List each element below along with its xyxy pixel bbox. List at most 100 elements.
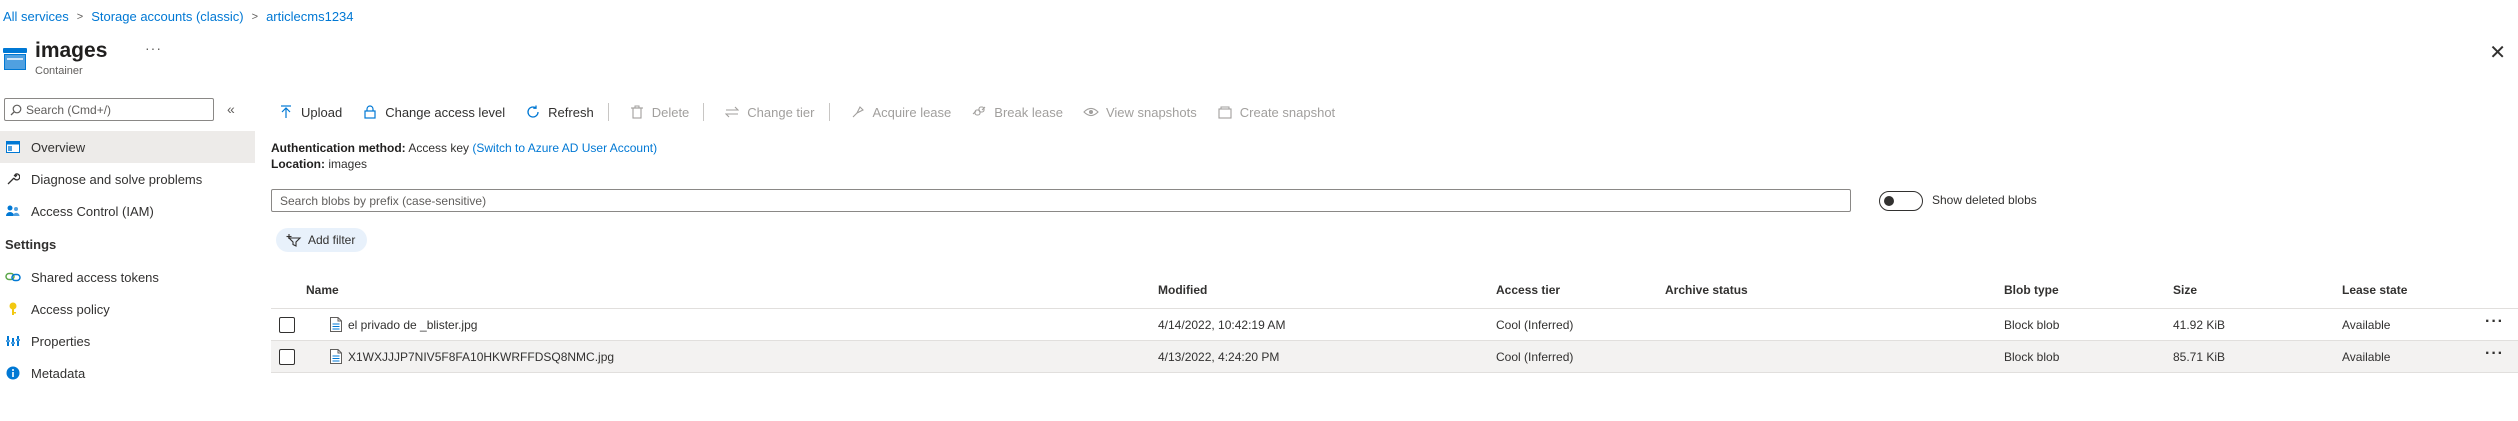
column-modified[interactable]: Modified — [1158, 283, 1207, 297]
swap-icon — [724, 104, 740, 120]
table-row[interactable]: X1WXJJJP7NIV5F8FA10HKWRFFDSQ8NMC.jpg 4/1… — [271, 341, 2518, 373]
toolbar-divider — [607, 103, 609, 121]
filter-add-icon — [286, 233, 302, 247]
command-bar: Upload Change access level Refresh Delet… — [278, 100, 1355, 124]
break-lease-label: Break lease — [994, 104, 1063, 120]
broken-link-icon — [971, 104, 987, 120]
blob-name-link[interactable]: el privado de _blister.jpg — [348, 318, 477, 332]
link-icon — [5, 269, 21, 285]
cell-modified: 4/13/2022, 4:24:20 PM — [1158, 350, 1280, 364]
sidebar-item-label: Metadata — [31, 365, 86, 381]
change-tier-label: Change tier — [747, 104, 815, 120]
eye-icon — [1083, 104, 1099, 120]
blob-search-input[interactable]: Search blobs by prefix (case-sensitive) — [271, 189, 1851, 212]
create-snapshot-label: Create snapshot — [1239, 104, 1336, 120]
cell-blob-type: Block blob — [2004, 350, 2060, 364]
cell-access-tier: Cool (Inferred) — [1496, 350, 1574, 364]
acquire-lease-button[interactable]: Acquire lease — [850, 104, 952, 120]
sidebar-item-shared-access-tokens[interactable]: Shared access tokens — [0, 261, 255, 293]
key-icon — [5, 301, 21, 317]
breadcrumb-account[interactable]: articlecms1234 — [266, 9, 353, 24]
sidebar-item-iam[interactable]: Access Control (IAM) — [0, 195, 255, 227]
delete-button[interactable]: Delete — [629, 104, 689, 120]
add-filter-button[interactable]: Add filter — [276, 228, 368, 252]
container-icon — [3, 48, 27, 70]
location-label: Location: — [271, 157, 325, 171]
blob-table: Name Modified Access tier Archive status… — [271, 280, 2518, 373]
close-icon[interactable]: ✕ — [2489, 40, 2506, 65]
breadcrumb-storage-accounts[interactable]: Storage accounts (classic) — [91, 9, 243, 24]
sidebar-search-input[interactable]: Search (Cmd+/) — [4, 98, 214, 121]
view-snapshots-label: View snapshots — [1105, 104, 1197, 120]
refresh-label: Refresh — [548, 104, 594, 120]
row-checkbox[interactable] — [279, 317, 295, 333]
auth-info: Authentication method: Access key (Switc… — [271, 140, 657, 172]
sidebar-item-metadata[interactable]: Metadata — [0, 357, 255, 389]
sidebar-item-label: Access Control (IAM) — [31, 203, 154, 219]
create-snapshot-button[interactable]: Create snapshot — [1217, 104, 1335, 120]
sidebar-item-label: Shared access tokens — [31, 269, 159, 285]
chevron-right-icon: > — [251, 10, 259, 23]
bars-icon — [5, 333, 21, 349]
cell-size: 41.92 KiB — [2173, 318, 2226, 332]
page-header: images Container — [3, 38, 107, 77]
blob-name-link[interactable]: X1WXJJJP7NIV5F8FA10HKWRFFDSQ8NMC.jpg — [348, 350, 614, 364]
sidebar-item-label: Overview — [31, 139, 86, 155]
column-size[interactable]: Size — [2173, 283, 2197, 297]
change-tier-button[interactable]: Change tier — [724, 104, 815, 120]
sidebar-nav: Overview Diagnose and solve problems Acc… — [0, 131, 255, 389]
page-title: images — [35, 39, 108, 62]
sidebar-item-label: Diagnose and solve problems — [31, 171, 203, 187]
breadcrumb: All services > Storage accounts (classic… — [3, 9, 354, 24]
column-access-tier[interactable]: Access tier — [1496, 283, 1560, 297]
table-row[interactable]: el privado de _blister.jpg 4/14/2022, 10… — [271, 309, 2518, 341]
row-more-icon[interactable]: ··· — [2485, 313, 2504, 331]
table-header: Name Modified Access tier Archive status… — [271, 280, 2518, 309]
column-archive-status[interactable]: Archive status — [1665, 283, 1748, 297]
column-name[interactable]: Name — [306, 283, 339, 297]
upload-button[interactable]: Upload — [278, 104, 342, 120]
cell-blob-type: Block blob — [2004, 318, 2060, 332]
sidebar-section-settings: Settings — [5, 236, 57, 252]
show-deleted-toggle[interactable] — [1879, 191, 1923, 211]
break-lease-button[interactable]: Break lease — [971, 104, 1063, 120]
upload-icon — [278, 104, 294, 120]
cell-lease-state: Available — [2342, 318, 2391, 332]
cell-lease-state: Available — [2342, 350, 2391, 364]
more-options-icon[interactable]: ··· — [145, 40, 162, 56]
people-icon — [5, 203, 21, 219]
breadcrumb-all-services[interactable]: All services — [3, 9, 69, 24]
page-subtitle: Container — [35, 65, 83, 77]
switch-auth-link[interactable]: (Switch to Azure AD User Account) — [472, 141, 657, 155]
row-checkbox[interactable] — [279, 349, 295, 365]
sidebar-item-diagnose[interactable]: Diagnose and solve problems — [0, 163, 255, 195]
info-icon — [5, 365, 21, 381]
wrench-icon — [5, 171, 21, 187]
change-access-level-button[interactable]: Change access level — [362, 104, 505, 120]
sidebar-item-access-policy[interactable]: Access policy — [0, 293, 255, 325]
toolbar-divider — [703, 103, 705, 121]
cell-access-tier: Cool (Inferred) — [1496, 318, 1574, 332]
snapshot-icon — [1217, 104, 1233, 120]
row-more-icon[interactable]: ··· — [2485, 345, 2504, 363]
add-filter-label: Add filter — [308, 233, 356, 247]
column-blob-type[interactable]: Blob type — [2004, 283, 2059, 297]
lock-icon — [362, 104, 378, 120]
auth-method-value: Access key — [408, 141, 470, 155]
refresh-icon — [525, 104, 541, 120]
acquire-lease-label: Acquire lease — [872, 104, 952, 120]
location-value: images — [328, 157, 368, 171]
sidebar-item-overview[interactable]: Overview — [0, 131, 255, 163]
blob-search-placeholder: Search blobs by prefix (case-sensitive) — [280, 193, 487, 208]
refresh-button[interactable]: Refresh — [525, 104, 594, 120]
chevron-right-icon: > — [76, 10, 84, 23]
column-lease-state[interactable]: Lease state — [2342, 283, 2407, 297]
sidebar-item-label: Access policy — [31, 301, 110, 317]
show-deleted-label: Show deleted blobs — [1932, 193, 2037, 207]
view-snapshots-button[interactable]: View snapshots — [1083, 104, 1197, 120]
toolbar-divider — [828, 103, 830, 121]
overview-icon — [5, 139, 21, 155]
collapse-sidebar-icon[interactable]: « — [227, 101, 235, 117]
sidebar-item-properties[interactable]: Properties — [0, 325, 255, 357]
auth-method-label: Authentication method: — [271, 141, 406, 155]
